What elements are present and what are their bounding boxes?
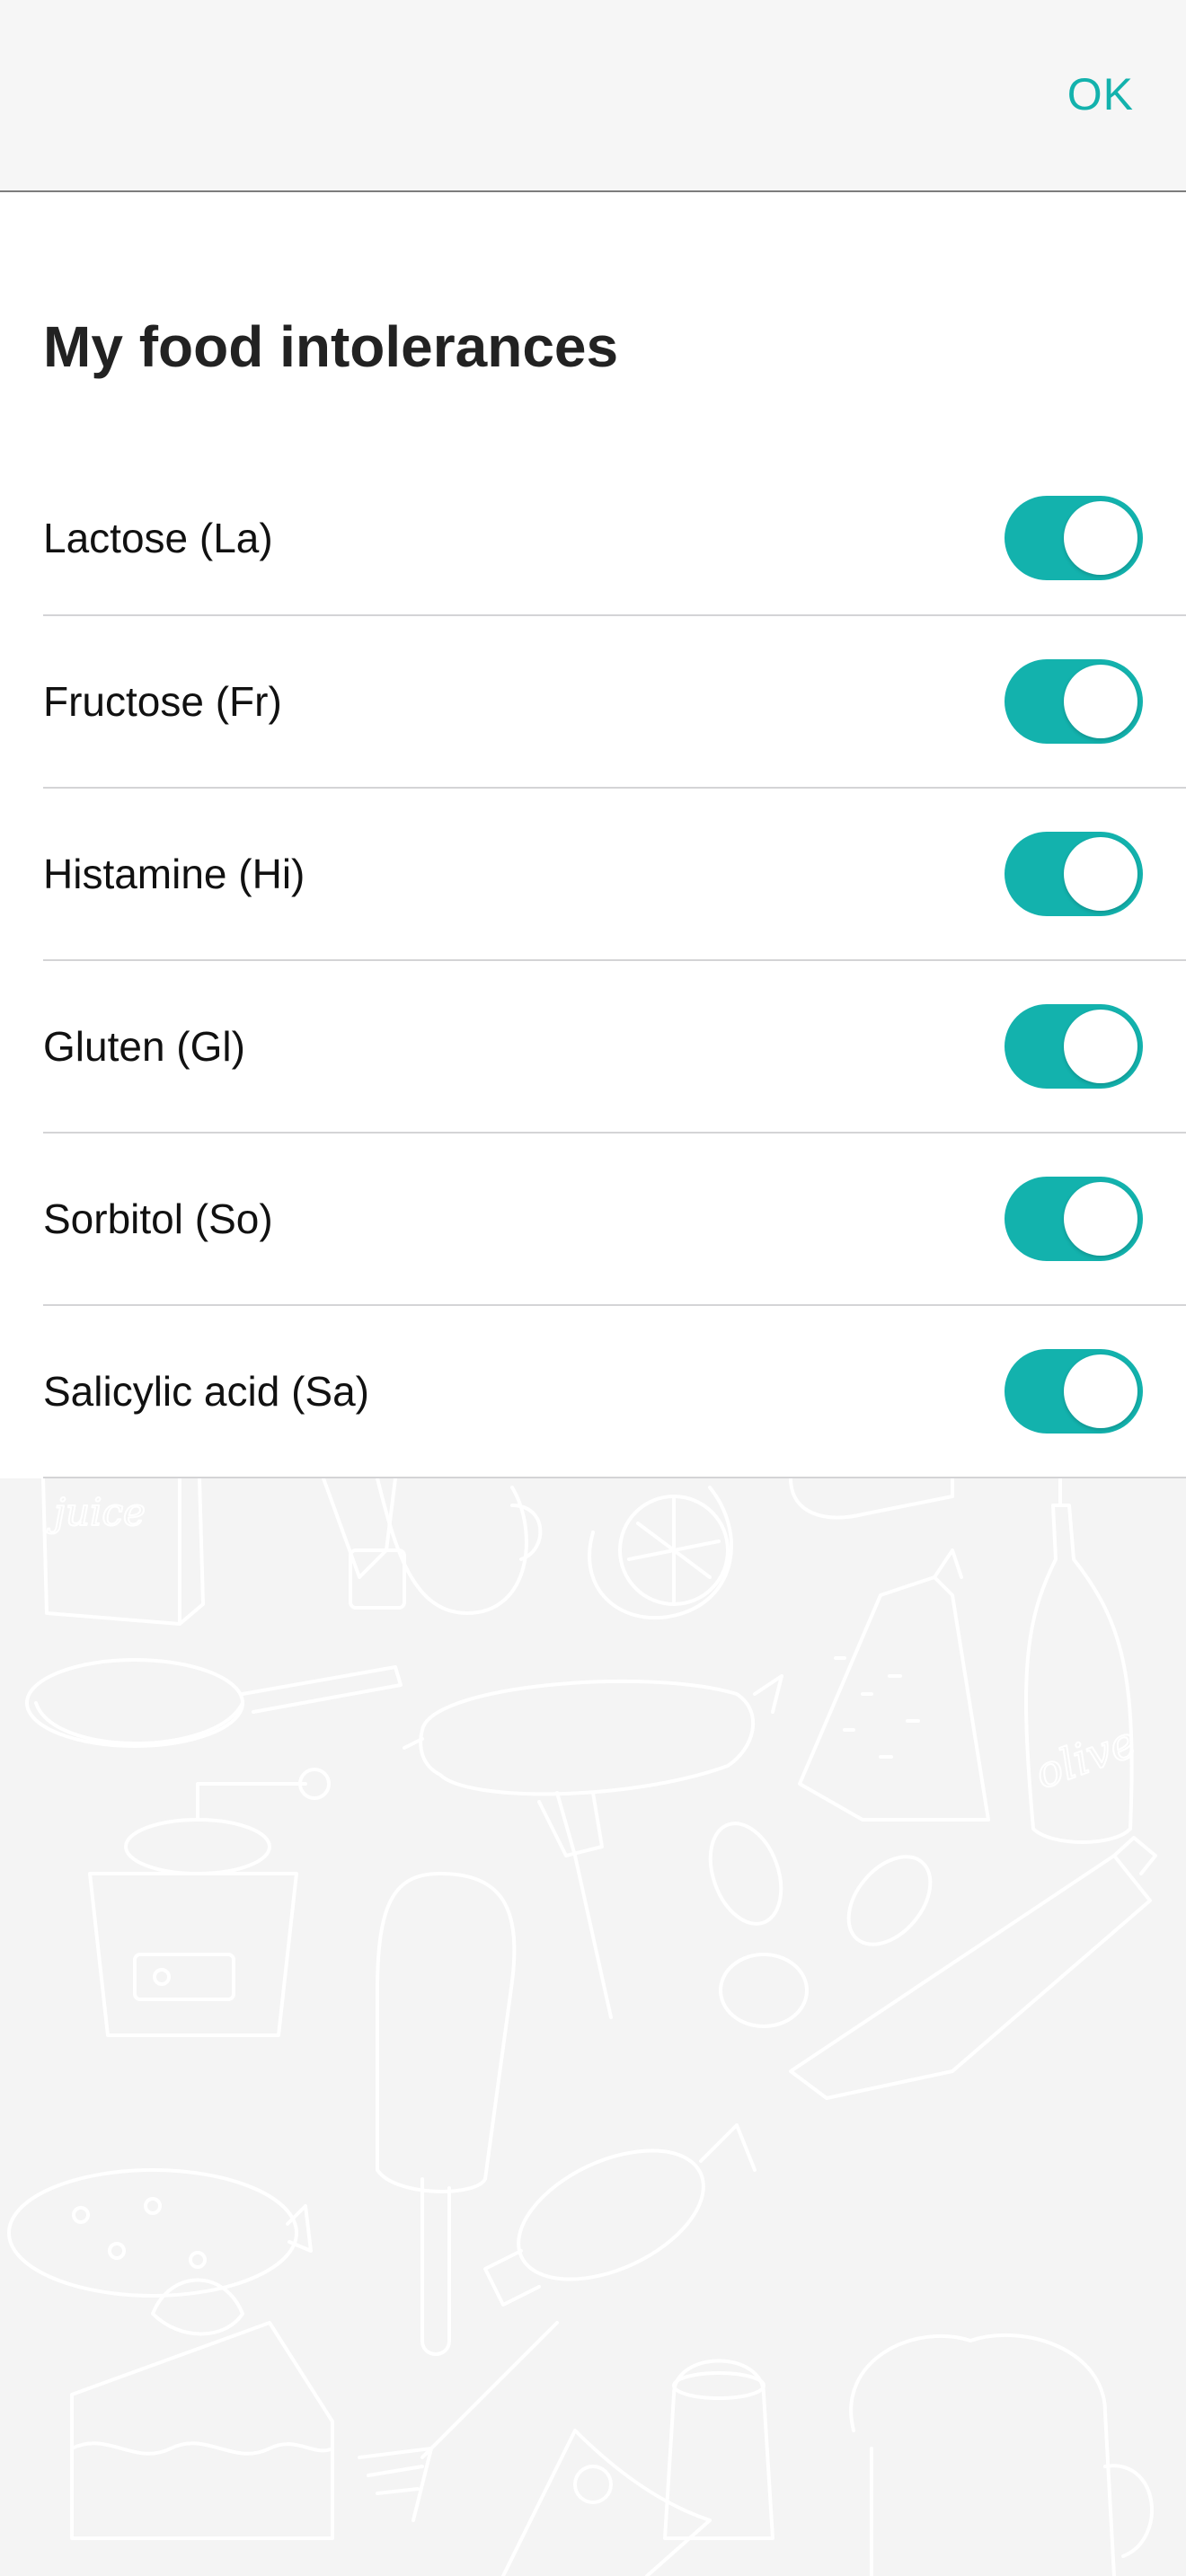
lactose-toggle[interactable]	[1005, 496, 1143, 580]
fructose-toggle[interactable]	[1005, 659, 1143, 744]
food-doodle-background: juice olive	[0, 1478, 1186, 2576]
page-title: My food intolerances	[43, 314, 619, 379]
toggle-knob	[1064, 501, 1137, 575]
gluten-toggle[interactable]	[1005, 1004, 1143, 1089]
intolerance-row-salicylic-acid: Salicylic acid (Sa)	[43, 1306, 1186, 1478]
intolerance-label: Histamine (Hi)	[43, 851, 305, 897]
juice-lettering: juice	[47, 1490, 146, 1534]
intolerance-row-fructose: Fructose (Fr)	[43, 616, 1186, 789]
navigation-bar: OK	[0, 0, 1186, 192]
intolerance-label: Sorbitol (So)	[43, 1195, 273, 1242]
olive-lettering: olive	[1029, 1716, 1143, 1799]
sorbitol-toggle[interactable]	[1005, 1177, 1143, 1261]
intolerance-label: Fructose (Fr)	[43, 678, 282, 725]
histamine-toggle[interactable]	[1005, 832, 1143, 916]
toggle-knob	[1064, 1354, 1137, 1428]
intolerance-label: Salicylic acid (Sa)	[43, 1368, 369, 1415]
intolerances-panel: My food intolerances Lactose (La) Fructo…	[0, 192, 1186, 1478]
toggle-knob	[1064, 1010, 1137, 1083]
intolerance-row-lactose: Lactose (La)	[43, 462, 1186, 616]
intolerance-row-gluten: Gluten (Gl)	[43, 961, 1186, 1134]
intolerance-row-sorbitol: Sorbitol (So)	[43, 1134, 1186, 1306]
intolerance-row-histamine: Histamine (Hi)	[43, 789, 1186, 961]
toggle-knob	[1064, 665, 1137, 738]
toggle-knob	[1064, 1182, 1137, 1256]
intolerance-list: Lactose (La) Fructose (Fr) Histamine (Hi…	[43, 462, 1186, 1478]
toggle-knob	[1064, 837, 1137, 911]
intolerance-label: Gluten (Gl)	[43, 1023, 245, 1070]
intolerance-label: Lactose (La)	[43, 515, 273, 561]
salicylic-acid-toggle[interactable]	[1005, 1349, 1143, 1434]
ok-button[interactable]: OK	[1067, 68, 1134, 120]
